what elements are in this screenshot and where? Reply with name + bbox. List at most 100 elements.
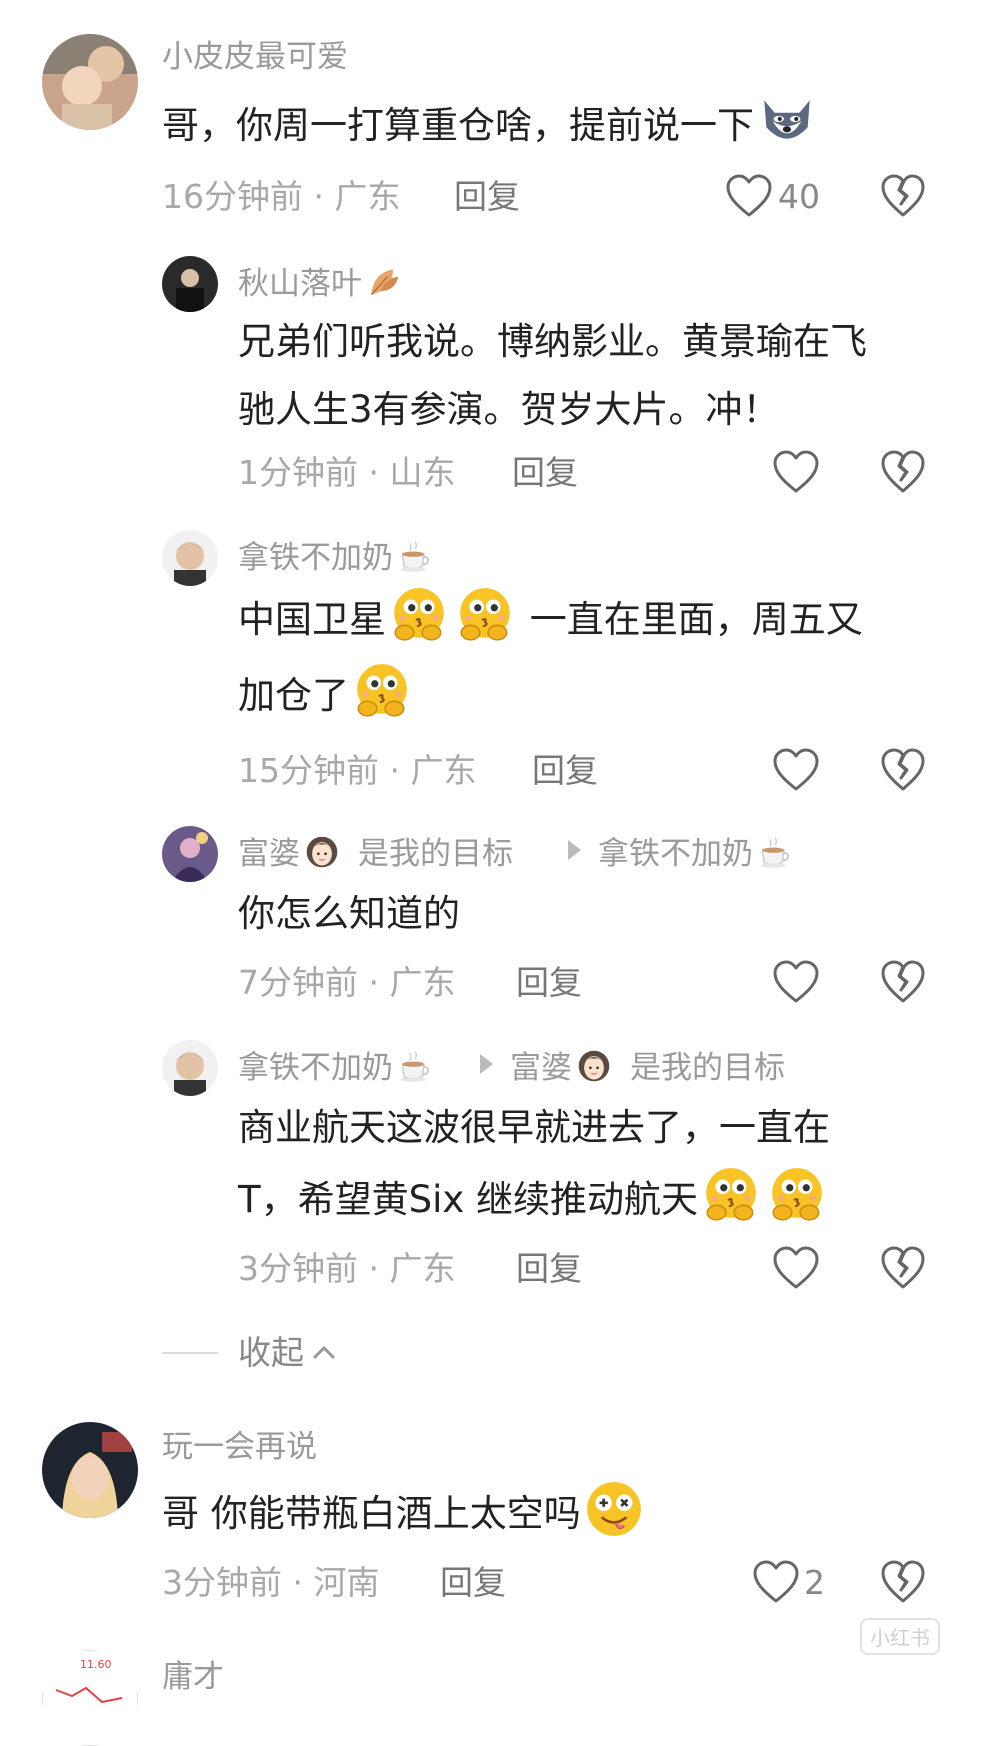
reply-text-segment: 中国卫星 bbox=[238, 598, 386, 641]
reply-to-username-text[interactable]: 拿铁不加奶 bbox=[598, 836, 753, 872]
like-heart-icon[interactable] bbox=[772, 960, 820, 1004]
kiss-emoji-icon bbox=[454, 584, 516, 646]
comment-text: 哥，你周一打算重仓啥，提前说一下 bbox=[162, 90, 820, 160]
reply-time: 3分钟前 bbox=[238, 1249, 358, 1288]
reply-text-segment: 加仓了 bbox=[238, 674, 349, 717]
woman-emoji-icon bbox=[576, 1048, 612, 1084]
comment-username[interactable]: 玩一会再说 bbox=[162, 1432, 317, 1463]
reply-to-username[interactable]: 富婆 是我的目标 bbox=[510, 1048, 785, 1084]
comment-meta: 3分钟前 · 河南 bbox=[162, 1566, 380, 1599]
comment-username[interactable]: 小皮皮最可爱 bbox=[162, 42, 348, 73]
reply-meta: 7分钟前 · 广东 bbox=[238, 966, 456, 999]
reply-text-segment: T，希望黄Six 继续推动航天 bbox=[238, 1178, 699, 1221]
reply-location: 山东 bbox=[389, 453, 456, 492]
reply-username-text[interactable]: 富婆 bbox=[238, 836, 300, 872]
meta-separator: · bbox=[368, 963, 380, 1002]
husky-emoji-icon bbox=[756, 90, 818, 152]
comment-time: 16分钟前 bbox=[162, 177, 303, 216]
reply-meta: 3分钟前 · 广东 bbox=[238, 1252, 456, 1285]
comment-username[interactable]: 庸才 bbox=[162, 1662, 224, 1693]
reply-username-text[interactable]: 拿铁不加奶 bbox=[238, 1050, 393, 1086]
reply-text-line: 商业航天这波很早就进去了，一直在 bbox=[238, 1106, 830, 1149]
avatar[interactable] bbox=[162, 1040, 218, 1096]
dislike-broken-heart-icon[interactable] bbox=[880, 174, 926, 218]
reply-text-line: 你怎么知道的 bbox=[238, 892, 460, 935]
like-count: 40 bbox=[778, 177, 820, 216]
reply-button[interactable]: 回复 bbox=[532, 754, 598, 787]
reply-meta: 1分钟前 · 山东 bbox=[238, 456, 456, 489]
watermark-logo: 小红书 bbox=[860, 1618, 940, 1655]
like-heart-icon[interactable] bbox=[772, 1246, 820, 1290]
comment-meta: 16分钟前 · 广东 bbox=[162, 180, 401, 213]
like-heart-icon[interactable] bbox=[752, 1560, 800, 1604]
avatar[interactable] bbox=[162, 530, 218, 586]
reply-to-username[interactable]: 拿铁不加奶 bbox=[598, 834, 793, 870]
meta-separator: · bbox=[389, 751, 401, 790]
reply-username-suffix: 是我的目标 bbox=[358, 836, 513, 872]
autumn-leaf-icon bbox=[366, 264, 402, 300]
reply-to-arrow-icon bbox=[480, 1054, 493, 1074]
dislike-broken-heart-icon[interactable] bbox=[880, 1246, 926, 1290]
like-heart-icon[interactable] bbox=[725, 174, 773, 218]
woman-emoji-icon bbox=[304, 834, 340, 870]
kiss-emoji-icon bbox=[351, 660, 413, 722]
reply-username-text[interactable]: 拿铁不加奶 bbox=[238, 540, 393, 576]
collapse-button[interactable]: 收起 bbox=[238, 1336, 304, 1369]
meta-separator: · bbox=[368, 453, 380, 492]
like-heart-icon[interactable] bbox=[772, 450, 820, 494]
reply-location: 广东 bbox=[389, 963, 456, 1002]
collapse-divider bbox=[162, 1352, 218, 1354]
meta-separator: · bbox=[368, 1249, 380, 1288]
reply-meta: 15分钟前 · 广东 bbox=[238, 754, 477, 787]
reply-button[interactable]: 回复 bbox=[516, 966, 582, 999]
reply-to-username-text[interactable]: 富婆 bbox=[510, 1050, 572, 1086]
avatar[interactable] bbox=[42, 1422, 138, 1518]
reply-text-line: T，希望黄Six 继续推动航天 bbox=[238, 1164, 830, 1234]
reply-username-text[interactable]: 秋山落叶 bbox=[238, 266, 362, 302]
comment-location: 河南 bbox=[313, 1563, 380, 1602]
reply-location: 广东 bbox=[410, 751, 477, 790]
reply-button[interactable]: 回复 bbox=[454, 180, 520, 213]
kiss-emoji-icon bbox=[700, 1164, 762, 1226]
silly-face-emoji-icon bbox=[583, 1478, 645, 1540]
reply-time: 1分钟前 bbox=[238, 453, 358, 492]
reply-text-line: 加仓了 bbox=[238, 660, 415, 730]
avatar[interactable] bbox=[162, 826, 218, 882]
reply-button[interactable]: 回复 bbox=[512, 456, 578, 489]
dislike-broken-heart-icon[interactable] bbox=[880, 960, 926, 1004]
dislike-broken-heart-icon[interactable] bbox=[880, 748, 926, 792]
dislike-broken-heart-icon[interactable] bbox=[880, 450, 926, 494]
reply-location: 广东 bbox=[389, 1249, 456, 1288]
reply-text-line: 兄弟们听我说。博纳影业。黄景瑜在飞 bbox=[238, 320, 867, 363]
reply-text-line: 中国卫星 一直在里面，周五又 bbox=[238, 584, 863, 654]
avatar[interactable] bbox=[42, 34, 138, 130]
reply-username[interactable]: 拿铁不加奶 bbox=[238, 538, 433, 574]
svg-text:11.60: 11.60 bbox=[80, 1658, 112, 1671]
comment-text: 哥 你能带瓶白酒上太空吗 bbox=[162, 1478, 647, 1548]
dislike-broken-heart-icon[interactable] bbox=[880, 1560, 926, 1604]
reply-text-segment: 一直在里面，周五又 bbox=[529, 598, 863, 641]
like-heart-icon[interactable] bbox=[772, 748, 820, 792]
reply-time: 7分钟前 bbox=[238, 963, 358, 1002]
coffee-cup-icon bbox=[397, 538, 433, 574]
reply-to-username-suffix: 是我的目标 bbox=[630, 1050, 785, 1086]
reply-text-line: 驰人生3有参演。贺岁大片。冲！ bbox=[238, 388, 780, 431]
meta-separator: · bbox=[292, 1563, 304, 1602]
coffee-cup-icon bbox=[397, 1048, 433, 1084]
comment-location: 广东 bbox=[334, 177, 401, 216]
reply-username[interactable]: 拿铁不加奶 bbox=[238, 1048, 433, 1084]
kiss-emoji-icon bbox=[388, 584, 450, 646]
collapse-label[interactable]: 收起 bbox=[238, 1333, 304, 1372]
reply-username[interactable]: 富婆 是我的目标 bbox=[238, 834, 513, 870]
avatar[interactable] bbox=[162, 256, 218, 312]
comment-text-content: 哥 你能带瓶白酒上太空吗 bbox=[162, 1492, 581, 1535]
reply-to-arrow-icon bbox=[568, 840, 581, 860]
reply-button[interactable]: 回复 bbox=[440, 1566, 506, 1599]
reply-username[interactable]: 秋山落叶 bbox=[238, 264, 402, 300]
chevron-up-icon[interactable] bbox=[310, 1340, 338, 1364]
meta-separator: · bbox=[313, 177, 325, 216]
comment-text-content: 哥，你周一打算重仓啥，提前说一下 bbox=[162, 104, 754, 147]
avatar[interactable]: 11.60 bbox=[42, 1650, 138, 1746]
coffee-cup-icon bbox=[757, 834, 793, 870]
reply-button[interactable]: 回复 bbox=[516, 1252, 582, 1285]
